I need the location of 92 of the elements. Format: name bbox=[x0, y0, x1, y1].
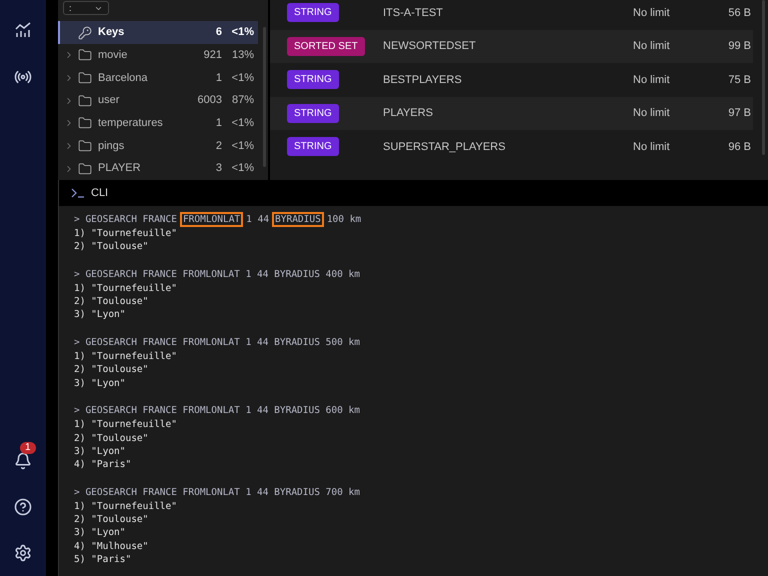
cli-result: 4) "Mulhouse" bbox=[74, 540, 150, 553]
settings-icon[interactable] bbox=[14, 544, 32, 562]
highlighted-command-keyword: FROMLONLAT bbox=[180, 212, 244, 227]
folder-icon bbox=[78, 48, 92, 62]
notification-badge: 1 bbox=[20, 442, 36, 454]
key-name: BESTPLAYERS bbox=[383, 72, 463, 88]
tree-item[interactable]: movie 921 13% bbox=[58, 44, 258, 67]
key-size: 99 B bbox=[727, 39, 752, 54]
cli-result: 2) "Toulouse" bbox=[74, 432, 150, 445]
cli-result: 2) "Toulouse" bbox=[74, 513, 150, 526]
tree-item[interactable]: user 6003 87% bbox=[58, 89, 258, 112]
tree-item-label: Keys bbox=[98, 25, 126, 40]
key-count: 6003 bbox=[196, 93, 222, 108]
key-percent: 13% bbox=[230, 48, 254, 64]
cli-result: 1) "Tournefeuille" bbox=[74, 350, 178, 364]
folder-icon bbox=[78, 116, 92, 130]
cli-command: > GEOSEARCH FRANCE FROMLONLAT 1 44 BYRADIUS 500 km bbox=[73, 336, 361, 350]
delimiter-dropdown[interactable]: : bbox=[63, 1, 109, 15]
key-ttl: No limit bbox=[633, 6, 671, 20]
tree-item-label: PLAYER bbox=[98, 161, 142, 176]
tree-item-label: temperatures bbox=[98, 116, 164, 132]
key-count: 921 bbox=[202, 48, 222, 64]
cli-result: 1) "Tournefeuille" bbox=[74, 282, 178, 296]
tree-item-label: Barcelona bbox=[98, 70, 149, 86]
key-percent: 87% bbox=[230, 93, 254, 108]
type-badge: SORTED SET bbox=[287, 36, 365, 56]
key-name: SUPERSTAR_PLAYERS bbox=[383, 140, 506, 154]
highlighted-command-keyword: BYRADIUS bbox=[272, 212, 324, 227]
help-icon[interactable] bbox=[14, 498, 32, 516]
key-ttl: No limit bbox=[633, 140, 671, 154]
tree-item-label: pings bbox=[98, 138, 126, 154]
key-percent: <1% bbox=[230, 25, 254, 40]
key-icon bbox=[78, 26, 92, 40]
key-ttl: No limit bbox=[633, 106, 671, 121]
cli-command: > GEOSEARCH FRANCE FROMLONLAT 1 44 BYRADIUS 600 km bbox=[73, 404, 361, 418]
cli-command: 100 km bbox=[326, 213, 362, 227]
folder-icon bbox=[78, 162, 92, 176]
type-badge: STRING bbox=[287, 3, 339, 22]
tree-item[interactable]: temperatures 1 <1% bbox=[58, 112, 258, 135]
key-name: PLAYERS bbox=[383, 106, 434, 121]
tree-item-label: user bbox=[98, 93, 120, 108]
key-count: 6 bbox=[214, 25, 222, 40]
cli-result: 4) "Paris" bbox=[74, 458, 132, 472]
cli-result: 3) "Lyon" bbox=[74, 526, 126, 540]
key-percent: <1% bbox=[230, 70, 254, 86]
cli-result: 1) "Tournefeuille" bbox=[74, 500, 178, 514]
notification-bell-icon[interactable] bbox=[14, 452, 32, 470]
cli-result: 3) "Lyon" bbox=[74, 444, 126, 458]
cli-result: 2) "Toulouse" bbox=[74, 240, 150, 254]
type-badge: STRING bbox=[287, 104, 339, 123]
key-percent: <1% bbox=[230, 116, 254, 132]
key-row[interactable]: SORTED SET NEWSORTEDSET No limit 99 B bbox=[270, 30, 753, 63]
cli-result: 1) "Tournefeuille" bbox=[74, 227, 178, 240]
key-name: ITS-A-TEST bbox=[383, 6, 444, 20]
cli-command: > GEOSEARCH FRANCE bbox=[73, 213, 178, 227]
key-count: 1 bbox=[214, 116, 222, 132]
key-size: 96 B bbox=[727, 140, 752, 154]
key-count: 3 bbox=[214, 161, 222, 176]
key-row[interactable]: STRING PLAYERS No limit 97 B bbox=[270, 96, 753, 130]
cli-title: CLI bbox=[91, 186, 108, 201]
cli-command: > GEOSEARCH FRANCE FROMLONLAT 1 44 BYRADIUS 700 km bbox=[73, 486, 361, 500]
key-count: 2 bbox=[214, 138, 222, 154]
key-size: 56 B bbox=[727, 6, 752, 20]
key-ttl: No limit bbox=[633, 39, 671, 54]
cli-result: 2) "Toulouse" bbox=[74, 295, 150, 308]
cli-command: > GEOSEARCH FRANCE FROMLONLAT 1 44 BYRADIUS 400 km bbox=[73, 268, 361, 282]
analytics-chart-icon[interactable] bbox=[14, 21, 32, 39]
key-percent: <1% bbox=[230, 161, 254, 176]
folder-icon bbox=[78, 70, 92, 85]
key-ttl: No limit bbox=[633, 72, 671, 88]
tree-item[interactable]: PLAYER 3 <1% bbox=[58, 157, 258, 180]
key-count: 1 bbox=[214, 70, 222, 86]
cli-command: 1 44 bbox=[245, 213, 270, 227]
broadcast-icon[interactable] bbox=[14, 68, 32, 86]
folder-icon bbox=[78, 94, 92, 108]
cli-result: 1) "Tournefeuille" bbox=[74, 418, 178, 432]
key-size: 75 B bbox=[727, 72, 752, 88]
tree-item[interactable]: pings 2 <1% bbox=[58, 134, 258, 158]
cli-result: 3) "Lyon" bbox=[74, 376, 126, 390]
key-size: 97 B bbox=[727, 106, 752, 121]
type-badge: STRING bbox=[287, 137, 339, 156]
terminal-prompt-icon bbox=[71, 188, 85, 198]
cli-result: 3) "Lyon" bbox=[74, 308, 126, 322]
tree-item[interactable]: Barcelona 1 <1% bbox=[58, 66, 258, 90]
tree-item[interactable]: Keys 6 <1% bbox=[58, 21, 258, 44]
folder-icon bbox=[78, 138, 92, 153]
key-name: NEWSORTEDSET bbox=[383, 39, 477, 54]
cli-result: 5) "Paris" bbox=[74, 552, 132, 566]
type-badge: STRING bbox=[287, 70, 339, 90]
tree-item-label: movie bbox=[98, 48, 128, 64]
key-percent: <1% bbox=[230, 138, 254, 154]
cli-result: 2) "Toulouse" bbox=[74, 363, 150, 377]
